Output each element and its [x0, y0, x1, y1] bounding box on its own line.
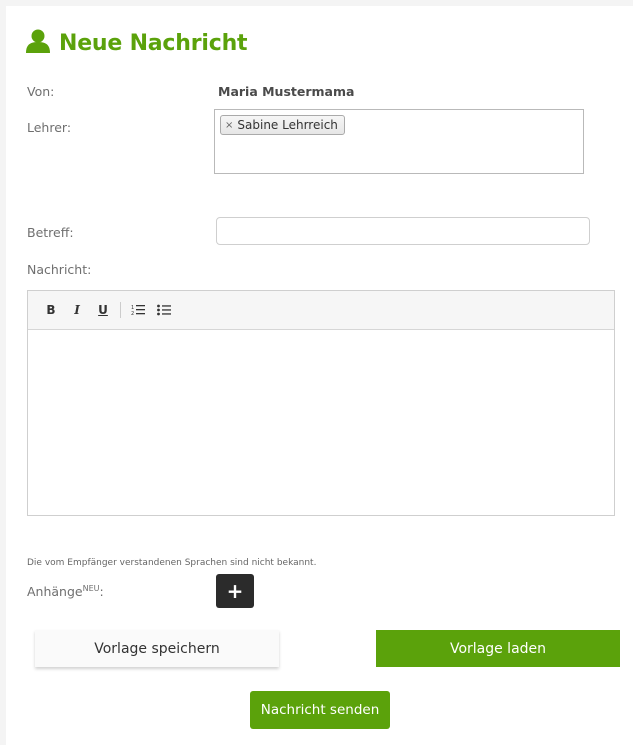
svg-text:2: 2: [131, 311, 134, 316]
page-title-text: Neue Nachricht: [59, 30, 248, 56]
attachments-label: AnhängeNEU:: [27, 584, 104, 600]
message-label: Nachricht:: [27, 262, 92, 277]
italic-button[interactable]: I: [66, 299, 88, 321]
language-note: Die vom Empfänger verstandenen Sprachen …: [27, 558, 317, 568]
user-icon: [25, 29, 51, 57]
from-value: Maria Mustermama: [218, 84, 355, 99]
underline-button[interactable]: U: [92, 299, 114, 321]
bold-button[interactable]: B: [40, 299, 62, 321]
from-label: Von:: [27, 84, 55, 99]
page-title: Neue Nachricht: [25, 26, 248, 60]
load-template-button[interactable]: Vorlage laden: [376, 630, 620, 667]
bullet-list-icon[interactable]: [153, 299, 175, 321]
plus-icon: +: [226, 579, 244, 603]
message-editor: B I U 1 2: [27, 290, 615, 516]
add-attachment-button[interactable]: +: [216, 574, 254, 608]
ordered-list-icon[interactable]: 1 2: [127, 299, 149, 321]
editor-toolbar: B I U 1 2: [28, 291, 614, 330]
save-template-button[interactable]: Vorlage speichern: [35, 630, 279, 667]
teacher-label: Lehrer:: [27, 120, 72, 135]
teacher-recipient-field[interactable]: × Sabine Lehrreich: [214, 109, 584, 174]
toolbar-divider: [120, 302, 121, 318]
subject-input[interactable]: [216, 217, 590, 245]
chip-remove-icon[interactable]: ×: [225, 120, 233, 131]
subject-label: Betreff:: [27, 225, 74, 240]
send-message-button[interactable]: Nachricht senden: [250, 691, 390, 729]
message-body-textarea[interactable]: [28, 330, 614, 516]
recipient-chip: × Sabine Lehrreich: [220, 115, 345, 135]
recipient-chip-label: Sabine Lehrreich: [237, 118, 338, 132]
new-badge: NEU: [82, 584, 100, 593]
